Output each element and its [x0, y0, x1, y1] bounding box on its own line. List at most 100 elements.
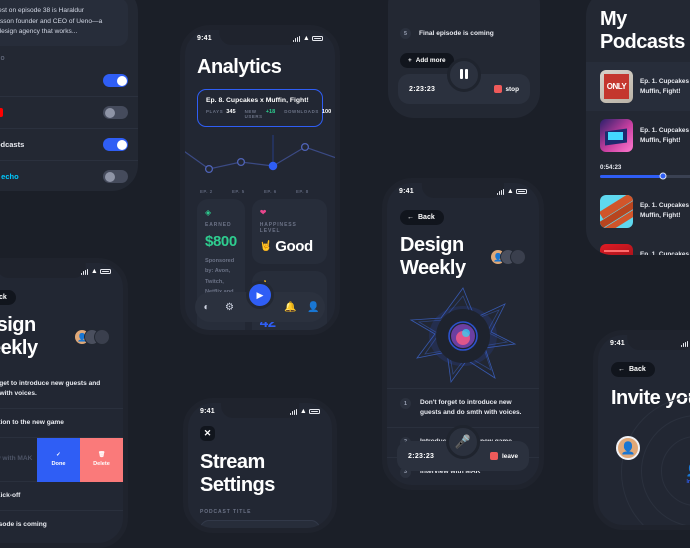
stream-services-panel: Our guest on episode 38 is Haraldur Thor… — [0, 0, 138, 191]
invite-screen: 9:41 ▲ ← Back Invite your ma 👤 👤 Invite … — [593, 330, 690, 530]
item-text: Don't forget to introduce new guests and… — [0, 380, 101, 397]
stop-icon — [493, 85, 502, 93]
chart-xtick: EP. 6 — [264, 189, 277, 194]
arrow-left-icon: ← — [407, 214, 414, 221]
phone-notch — [221, 403, 299, 418]
status-time: 9:41 — [610, 340, 625, 347]
avatar — [510, 249, 526, 265]
item-text: Design Kick-off — [0, 491, 21, 499]
gear-icon[interactable]: ⚙ — [224, 302, 235, 313]
back-button[interactable]: ← Back — [611, 362, 655, 377]
seek-fill — [600, 175, 664, 178]
player-seek[interactable]: 0:54:23 — [586, 160, 690, 187]
play-icon[interactable]: ▶ — [246, 281, 274, 309]
add-more-label: Add more — [415, 57, 446, 64]
swipe-actions: ✓ Done 🗑 Delete — [37, 437, 123, 482]
battery-icon — [309, 408, 320, 415]
service-row-amazon-echo[interactable]: Amazonecho — [0, 161, 138, 191]
episode-summary-card[interactable]: Ep. 8. Cupcakes x Muffin, Fight! PLAYS 3… — [197, 89, 331, 127]
analytics-screen: 9:41 ▲ Analytics Ep. 8. Cupcakes x Muffi… — [180, 25, 340, 335]
back-button[interactable]: ← Back — [400, 210, 444, 225]
close-icon[interactable]: ✕ — [200, 426, 215, 441]
seek-bar[interactable] — [600, 172, 690, 180]
phone-notch — [219, 30, 301, 45]
avatar[interactable]: 👤 — [616, 436, 640, 460]
podcast-artwork — [600, 243, 633, 255]
item-number: 5 — [400, 28, 411, 39]
battery-icon — [312, 35, 323, 42]
signal-icon — [496, 188, 505, 195]
toggle-youtube[interactable] — [103, 106, 128, 120]
back-button[interactable]: ← Back — [0, 290, 16, 305]
pause-button[interactable] — [447, 58, 481, 92]
chart-point — [204, 164, 214, 174]
list-item[interactable]: 1 Don't forget to introduce new guests a… — [387, 388, 539, 427]
page-title: My Podcasts — [600, 8, 685, 53]
list-item[interactable]: Don't forget to introduce new guests and… — [0, 370, 123, 408]
swipe-delete-button[interactable]: 🗑 Delete — [80, 437, 123, 482]
item-number: 1 — [400, 398, 411, 409]
toggle-spotify[interactable] — [103, 74, 128, 88]
item-text: Interview with MAK — [0, 455, 33, 463]
stop-button[interactable]: stop — [493, 85, 520, 93]
analytics-line-chart[interactable]: EP. 2 EP. 5 EP. 6 EP. 8 — [185, 135, 335, 194]
list-item[interactable]: 5 Final episode is coming — [388, 22, 540, 45]
podcast-artwork — [600, 194, 633, 228]
toggle-amazon-echo[interactable] — [103, 170, 128, 184]
page-title: Stream Settings — [200, 451, 275, 496]
agenda-list: Don't forget to introduce new guests and… — [0, 370, 123, 538]
chart-xtick: EP. 5 — [232, 189, 245, 194]
list-item[interactable]: Final episode is coming — [0, 509, 123, 539]
bell-icon[interactable]: 🔔 — [284, 302, 296, 313]
service-row-apple-podcasts[interactable]: Apple Podcasts — [0, 129, 138, 162]
profile-icon[interactable]: 👤 — [307, 302, 319, 313]
list-item[interactable]: Introduction to the new game — [0, 407, 123, 437]
stat-value: 345 — [226, 109, 236, 115]
add-more-button[interactable]: + Add more — [400, 53, 454, 68]
podcast-title-input[interactable]: Design Weeky — [200, 520, 320, 528]
microphone-icon: 🎤 — [454, 434, 472, 449]
metric-card-happiness[interactable]: ❤ HAPPINESS LEVEL 🤘 Good — [251, 199, 328, 264]
mute-button[interactable]: 🎤 — [446, 425, 480, 459]
service-row-youtube[interactable]: YouTube — [0, 97, 138, 130]
service-name-amazon-echo: Amazonecho — [1, 172, 19, 182]
signal-icon — [80, 268, 89, 275]
swipe-delete-label: Delete — [93, 461, 110, 468]
list-item[interactable]: Ep. 1. Cupcakes x Muffin, Fight! — [586, 187, 690, 236]
chart-icon[interactable]: ◐ — [201, 302, 212, 313]
participant-avatars[interactable]: 👤 — [490, 249, 526, 265]
metric-label: HAPPINESS LEVEL — [259, 222, 297, 234]
participant-avatars[interactable]: 👤 — [74, 329, 110, 345]
stat-value: +18 — [265, 109, 276, 115]
list-item[interactable]: Ep. 1. Cupcakes x Muffin, Fight! — [586, 236, 690, 255]
list-item[interactable]: Ep. 1. Cupcakes x Muffin, Fight! — [586, 111, 690, 160]
invite-radar: 👤 👤 Invite 👩 — [598, 396, 690, 525]
battery-icon — [100, 268, 111, 275]
signal-icon — [289, 408, 298, 415]
episode-description: Our guest on episode 38 is Haraldur Thor… — [0, 0, 128, 47]
toggle-apple-podcasts[interactable] — [103, 138, 128, 152]
stop-label: stop — [505, 85, 520, 93]
podcast-artwork — [600, 119, 633, 152]
audio-visualizer — [387, 280, 539, 388]
recording-panel: 5 Final episode is coming + Add more 2:2… — [388, 0, 540, 118]
design-weekly-swipe-screen: 9:41 ▲ ← Back Design Weekly 👤 Don't forg… — [0, 258, 128, 548]
my-podcasts-panel: My Podcasts ONLY Ep. 1. Cupcakes x Muffi… — [586, 0, 690, 255]
list-item[interactable]: ONLY Ep. 1. Cupcakes x Muffin, Fight! — [586, 62, 690, 111]
episode-stats: PLAYS 345 NEW USERS +18 DOWNLOADS 100 — [206, 109, 331, 119]
list-item-swiped[interactable]: Interview with MAK ✓ Done 🗑 Delete — [0, 436, 123, 482]
exit-icon — [490, 452, 498, 460]
service-row-spotify[interactable]: Spotify — [0, 65, 138, 98]
seek-handle[interactable] — [659, 172, 667, 180]
list-item[interactable]: Design Kick-off — [0, 480, 123, 510]
stat-key: PLAYS — [206, 109, 224, 114]
status-time: 9:41 — [197, 35, 212, 42]
podcast-title: Ep. 1. Cupcakes x Muffin, Fight! — [640, 251, 690, 255]
service-name-youtube: YouTube — [0, 108, 3, 118]
arrow-left-icon: ← — [618, 366, 625, 373]
chart-point-active — [268, 161, 278, 171]
chart-xtick: EP. 2 — [200, 189, 213, 194]
swipe-done-button[interactable]: ✓ Done — [37, 437, 80, 482]
leave-button[interactable]: leave — [490, 452, 518, 460]
trash-icon: 🗑 — [97, 452, 106, 459]
